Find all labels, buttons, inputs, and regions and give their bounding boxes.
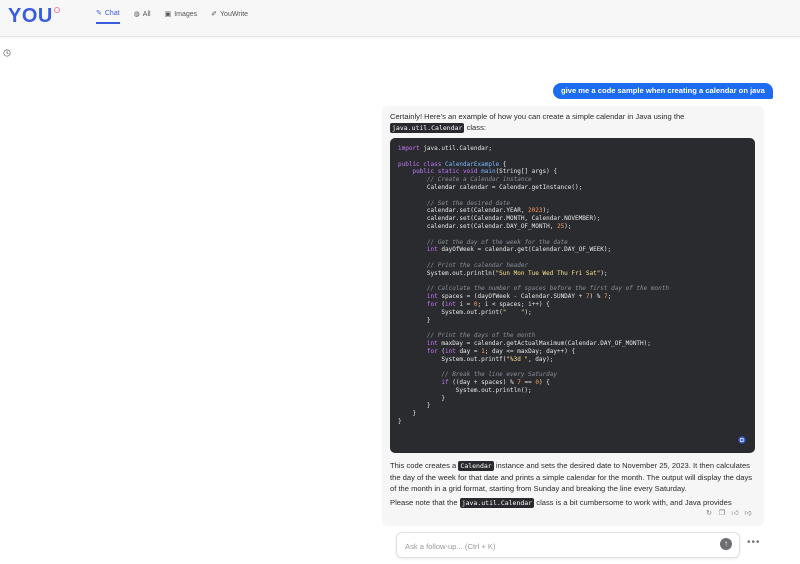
user-message: give me a code sample when creating a ca… [553,83,773,99]
follow-up-input[interactable] [403,537,707,555]
history-icon[interactable] [3,49,11,57]
you-logo[interactable]: YOU [8,5,53,28]
answer-actions: ↻ ❐ 👍︎ 👎︎ [705,510,752,518]
globe-icon: ◍ [133,11,140,18]
para2-inline-code: java.util.Calendar [459,498,535,508]
para2-text-b: class is a bit cumbersome to work with, … [536,498,732,507]
tab-images-label: Images [174,11,198,18]
intro-text: Certainly! Here's an example of how you … [390,112,685,121]
arrow-up-icon: ↑ [724,539,728,548]
send-button[interactable]: ↑ [720,538,732,550]
tab-chat[interactable]: ✎ Chat [96,10,120,24]
tab-youwrite[interactable]: ✐ YouWrite [211,10,248,24]
top-nav: ✎ Chat ◍ All ▣ Images ✐ YouWrite [96,10,248,24]
tab-all[interactable]: ◍ All [134,10,151,24]
thumbs-down-icon[interactable]: 👎︎ [744,510,752,518]
intro-suffix: class: [466,123,486,132]
para1-inline-code: Calendar [458,461,494,471]
answer-intro: Certainly! Here's an example of how you … [390,111,756,134]
top-header: YOU ✎ Chat ◍ All ▣ Images ✐ YouWrite [0,0,800,37]
composer: ↑ [396,532,740,558]
code-content: import java.util.Calendar; public class … [398,145,669,425]
tab-chat-label: Chat [104,10,120,17]
para2-text-a: Please note that the [390,498,458,507]
logo-mark-icon [54,7,60,13]
thumbs-up-icon[interactable]: 👍︎ [731,510,739,518]
copy-icon[interactable] [738,436,746,444]
tab-images[interactable]: ▣ Images [165,10,198,24]
copy-answer-icon[interactable]: ❐ [718,510,726,518]
tab-all-label: All [142,11,151,18]
intro-inline-code: java.util.Calendar [390,123,465,133]
para1-text-a: This code creates a [390,461,457,470]
image-icon: ▣ [164,11,172,18]
answer-paragraph-2: Please note that the java.util.Calendar … [390,497,756,509]
more-options-icon[interactable]: ••• [747,537,761,548]
chat-icon: ✎ [96,10,102,17]
pen-icon: ✐ [211,11,218,18]
regenerate-icon[interactable]: ↻ [705,510,713,518]
answer-paragraph-1: This code creates a Calendar instance an… [390,460,756,494]
tab-youwrite-label: YouWrite [220,11,249,18]
